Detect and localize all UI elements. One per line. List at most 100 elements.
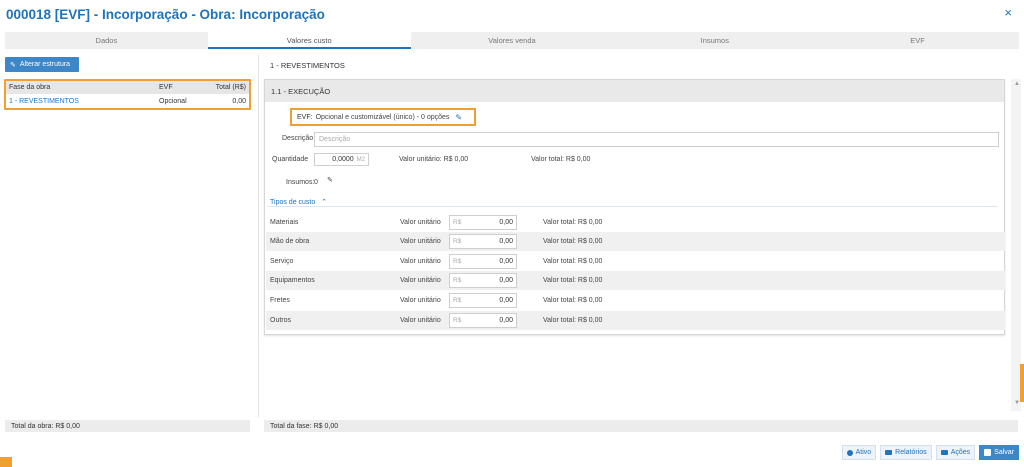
- cost-value-input[interactable]: R$ 0,00: [449, 313, 517, 328]
- cost-total: Valor total: R$ 0,00: [543, 297, 603, 304]
- cost-row-materiais: Materiais Valor unitário R$ 0,00 Valor t…: [266, 213, 1005, 232]
- tab-bar: Dados Valores custo Valores venda Insumo…: [5, 32, 1019, 49]
- evf-label: EVF:: [297, 113, 313, 121]
- tab-valores-venda[interactable]: Valores venda: [411, 32, 614, 49]
- save-icon: [984, 449, 992, 456]
- cost-total: Valor total: R$ 0,00: [543, 277, 603, 284]
- tipos-custo-toggle[interactable]: Tipos de custo ⌃: [270, 198, 327, 206]
- relatorios-label: Relatórios: [895, 449, 927, 456]
- cost-vu-label: Valor unitário: [400, 297, 441, 304]
- currency-prefix: R$: [453, 317, 462, 324]
- phase-grid: Fase da obra EVF Total (R$) 1 - REVESTIM…: [4, 79, 251, 110]
- cost-total: Valor total: R$ 0,00: [543, 317, 603, 324]
- total-obra-bar: Total da obra: R$ 0,00: [5, 420, 250, 432]
- cost-vu-label: Valor unitário: [400, 258, 441, 265]
- cost-name: Equipamentos: [270, 277, 315, 284]
- cost-vu-label: Valor unitário: [400, 277, 441, 284]
- phase-total: 0,00: [232, 97, 246, 105]
- cost-row-equipamentos: Equipamentos Valor unitário R$ 0,00 Valo…: [266, 271, 1005, 290]
- tab-dados[interactable]: Dados: [5, 32, 208, 49]
- currency-prefix: R$: [453, 277, 462, 284]
- grid-header: Fase da obra EVF Total (R$): [6, 81, 249, 94]
- acoes-label: Ações: [950, 449, 971, 456]
- tab-valores-custo[interactable]: Valores custo: [207, 32, 411, 49]
- cost-row-outros: Outros Valor unitário R$ 0,00 Valor tota…: [266, 311, 1005, 330]
- cost-vu-label: Valor unitário: [400, 317, 441, 324]
- cost-name: Outros: [270, 317, 292, 324]
- alter-structure-label: Alterar estrutura: [19, 61, 71, 68]
- chevron-up-icon: ⌃: [321, 199, 328, 206]
- tab-evf[interactable]: EVF: [816, 32, 1019, 49]
- quantidade-value: 0,0000: [332, 156, 354, 163]
- total-fase: Total da fase: R$ 0,00: [270, 422, 339, 430]
- tab-insumos[interactable]: Insumos: [613, 32, 816, 49]
- alter-structure-button[interactable]: ✎ Alterar estrutura: [5, 57, 79, 72]
- table-row[interactable]: 1 - REVESTIMENTOS Opcional 0,00: [6, 94, 249, 108]
- currency-prefix: R$: [453, 219, 462, 226]
- acoes-button[interactable]: Ações: [935, 445, 976, 460]
- tipos-divider: [268, 206, 998, 207]
- save-label: Salvar: [994, 449, 1014, 456]
- ativo-button[interactable]: Ativo: [841, 445, 877, 460]
- cost-name: Fretes: [270, 297, 290, 304]
- footer-actions: Ativo Relatórios Ações Salvar: [841, 445, 1019, 460]
- status-dot-icon: [846, 449, 853, 456]
- save-button[interactable]: Salvar: [979, 445, 1019, 460]
- valor-total-text: Valor total: R$ 0,00: [531, 156, 591, 163]
- col-fase-header: Fase da obra: [9, 84, 51, 91]
- card-header: 1.1 - EXECUÇÃO: [265, 80, 1004, 102]
- cost-value: 0,00: [499, 258, 513, 265]
- cost-total: Valor total: R$ 0,00: [543, 219, 603, 226]
- cost-row-mao-de-obra: Mão de obra Valor unitário R$ 0,00 Valor…: [266, 232, 1005, 251]
- cost-row-fretes: Fretes Valor unitário R$ 0,00 Valor tota…: [266, 291, 1005, 310]
- cost-name: Materiais: [270, 219, 299, 226]
- currency-prefix: R$: [453, 297, 462, 304]
- currency-prefix: R$: [453, 238, 462, 245]
- scroll-up-icon[interactable]: ▲: [1014, 81, 1020, 87]
- cost-vu-label: Valor unitário: [400, 219, 441, 226]
- edit-evf-icon[interactable]: ✎: [455, 113, 462, 122]
- quantidade-label: Quantidade: [272, 156, 309, 163]
- cost-value-input[interactable]: R$ 0,00: [449, 273, 517, 288]
- edit-insumos-icon[interactable]: ✎: [327, 176, 333, 184]
- cost-name: Serviço: [270, 258, 294, 265]
- cost-value: 0,00: [499, 219, 513, 226]
- corner-marker: [0, 457, 12, 467]
- cost-total: Valor total: R$ 0,00: [543, 258, 603, 265]
- card-title: 1.1 - EXECUÇÃO: [271, 86, 331, 96]
- insumos-value: 0: [314, 179, 318, 186]
- cost-total: Valor total: R$ 0,00: [543, 238, 603, 245]
- close-icon[interactable]: ×: [1004, 5, 1012, 20]
- cost-name: Mão de obra: [270, 238, 310, 245]
- relatorios-button[interactable]: Relatórios: [880, 445, 932, 460]
- panel-divider: [258, 55, 259, 417]
- total-obra: Total da obra: R$ 0,00: [11, 422, 80, 430]
- pencil-icon: ✎: [10, 61, 16, 69]
- insumos-label: Insumos:: [286, 179, 315, 186]
- quantidade-unit: M2: [356, 156, 365, 163]
- cost-value-input[interactable]: R$ 0,00: [449, 293, 517, 308]
- scrollbar[interactable]: [1011, 79, 1021, 411]
- report-icon: [885, 450, 893, 455]
- title-bar: 000018 [EVF] - Incorporação - Obra: Inco…: [0, 0, 1024, 28]
- ativo-label: Ativo: [855, 449, 872, 456]
- evf-option-box: EVF: Opcional e customizável (único) - 0…: [290, 108, 476, 126]
- tipos-custo-label: Tipos de custo: [270, 199, 316, 206]
- col-total-header: Total (R$): [215, 84, 246, 91]
- cost-value: 0,00: [499, 277, 513, 284]
- cost-vu-label: Valor unitário: [400, 238, 441, 245]
- currency-prefix: R$: [453, 258, 462, 265]
- actions-icon: [940, 450, 948, 455]
- quantidade-input[interactable]: 0,0000 M2: [314, 153, 369, 166]
- side-marker: [1020, 364, 1024, 402]
- phase-link[interactable]: 1 - REVESTIMENTOS: [6, 98, 156, 105]
- cost-value: 0,00: [499, 317, 513, 324]
- cost-row-servico: Serviço Valor unitário R$ 0,00 Valor tot…: [266, 252, 1005, 271]
- descricao-placeholder: Descrição: [319, 136, 351, 143]
- col-evf-header: EVF: [159, 84, 173, 91]
- cost-value-input[interactable]: R$ 0,00: [449, 234, 517, 249]
- descricao-input[interactable]: Descrição: [314, 132, 999, 147]
- window-title: 000018 [EVF] - Incorporação - Obra: Inco…: [6, 6, 325, 22]
- cost-value-input[interactable]: R$ 0,00: [449, 215, 517, 230]
- cost-value-input[interactable]: R$ 0,00: [449, 254, 517, 269]
